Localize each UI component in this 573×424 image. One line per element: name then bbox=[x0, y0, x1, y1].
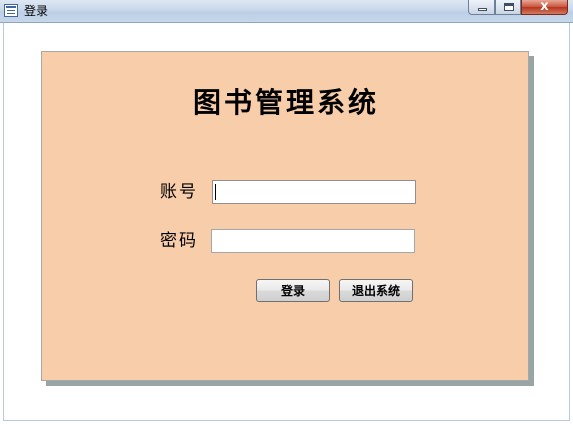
password-input[interactable] bbox=[211, 229, 415, 253]
password-label: 密码 bbox=[160, 231, 198, 251]
login-button[interactable]: 登录 bbox=[256, 279, 330, 302]
account-label: 账号 bbox=[160, 182, 198, 202]
exit-system-button[interactable]: 退出系统 bbox=[339, 279, 413, 302]
close-button[interactable]: x bbox=[521, 0, 568, 15]
maximize-icon bbox=[504, 3, 514, 11]
account-input[interactable] bbox=[212, 180, 416, 204]
system-title: 图书管理系统 bbox=[192, 86, 379, 119]
login-panel: 图书管理系统 账号 密码 登录 退出系统 bbox=[41, 51, 529, 381]
minimize-icon bbox=[478, 8, 487, 11]
maximize-button[interactable] bbox=[495, 0, 521, 15]
text-caret bbox=[215, 184, 216, 200]
close-icon: x bbox=[540, 0, 549, 14]
minimize-button[interactable] bbox=[468, 0, 495, 15]
window-title: 登录 bbox=[24, 4, 49, 18]
title-bar[interactable]: 登录 x bbox=[0, 0, 573, 23]
login-window: 登录 x 图书管理系统 账号 密码 登录 退出系统 bbox=[0, 0, 573, 424]
form-icon[interactable] bbox=[4, 4, 18, 17]
